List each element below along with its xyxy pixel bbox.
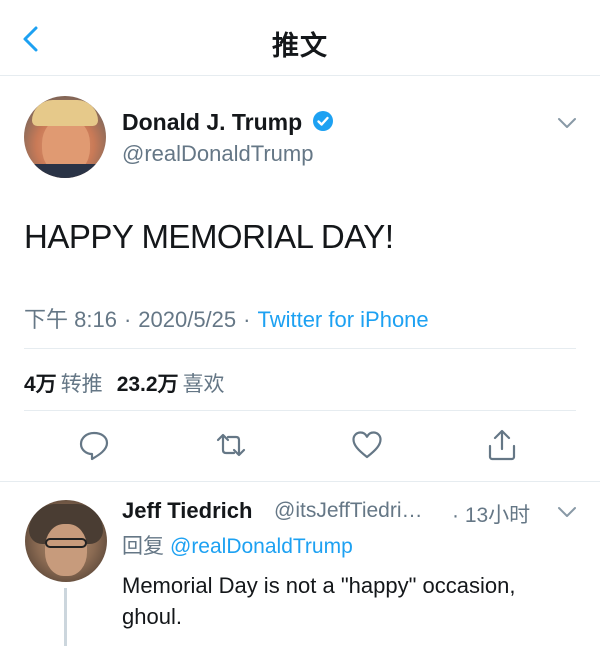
separator: · xyxy=(243,307,251,332)
retweet-icon[interactable] xyxy=(214,428,248,462)
divider xyxy=(24,348,576,349)
tweet-stats: 4万 转推 23.2万 喜欢 xyxy=(24,368,239,398)
divider xyxy=(0,481,600,482)
author-name[interactable]: Donald J. Trump xyxy=(122,109,302,136)
likes-count[interactable]: 23.2万 xyxy=(117,373,179,396)
likes-label[interactable]: 喜欢 xyxy=(183,373,225,396)
reply-text: Memorial Day is not a "happy" occasion, … xyxy=(122,573,516,629)
like-icon[interactable] xyxy=(350,428,384,462)
avatar[interactable] xyxy=(25,500,107,582)
tweet-source-link[interactable]: Twitter for iPhone xyxy=(257,307,428,332)
retweets-label[interactable]: 转推 xyxy=(61,373,103,396)
reply-author-handle[interactable]: @itsJeffTiedri… xyxy=(274,499,423,523)
divider xyxy=(24,410,576,411)
reply-author-name[interactable]: Jeff Tiedrich xyxy=(122,498,252,524)
tweet-text: HAPPY MEMORIAL DAY! xyxy=(24,218,394,255)
author-handle[interactable]: @realDonaldTrump xyxy=(122,141,313,167)
nav-bar: 推文 xyxy=(0,0,600,76)
chevron-down-icon[interactable] xyxy=(556,116,578,130)
avatar[interactable] xyxy=(24,96,106,178)
tweet-date: 2020/5/25 xyxy=(138,307,237,332)
reply-label: 回复 xyxy=(122,535,164,558)
separator: · xyxy=(123,307,132,332)
share-icon[interactable] xyxy=(485,428,519,462)
mention-link[interactable]: @realDonaldTrump xyxy=(170,535,353,558)
page-title: 推文 xyxy=(272,31,328,62)
reply-icon[interactable] xyxy=(77,428,111,462)
verified-badge-icon xyxy=(313,111,333,131)
thread-line xyxy=(64,588,67,646)
chevron-down-icon[interactable] xyxy=(556,505,578,519)
reply-to-line: 回复 @realDonaldTrump xyxy=(122,530,353,560)
retweets-count[interactable]: 4万 xyxy=(24,373,57,396)
reply-time: · 13小时 xyxy=(452,504,531,527)
tweet-time: 下午 8:16 xyxy=(24,307,117,332)
tweet-meta: 下午 8:16 · 2020/5/25 · Twitter for iPhone xyxy=(24,302,429,334)
